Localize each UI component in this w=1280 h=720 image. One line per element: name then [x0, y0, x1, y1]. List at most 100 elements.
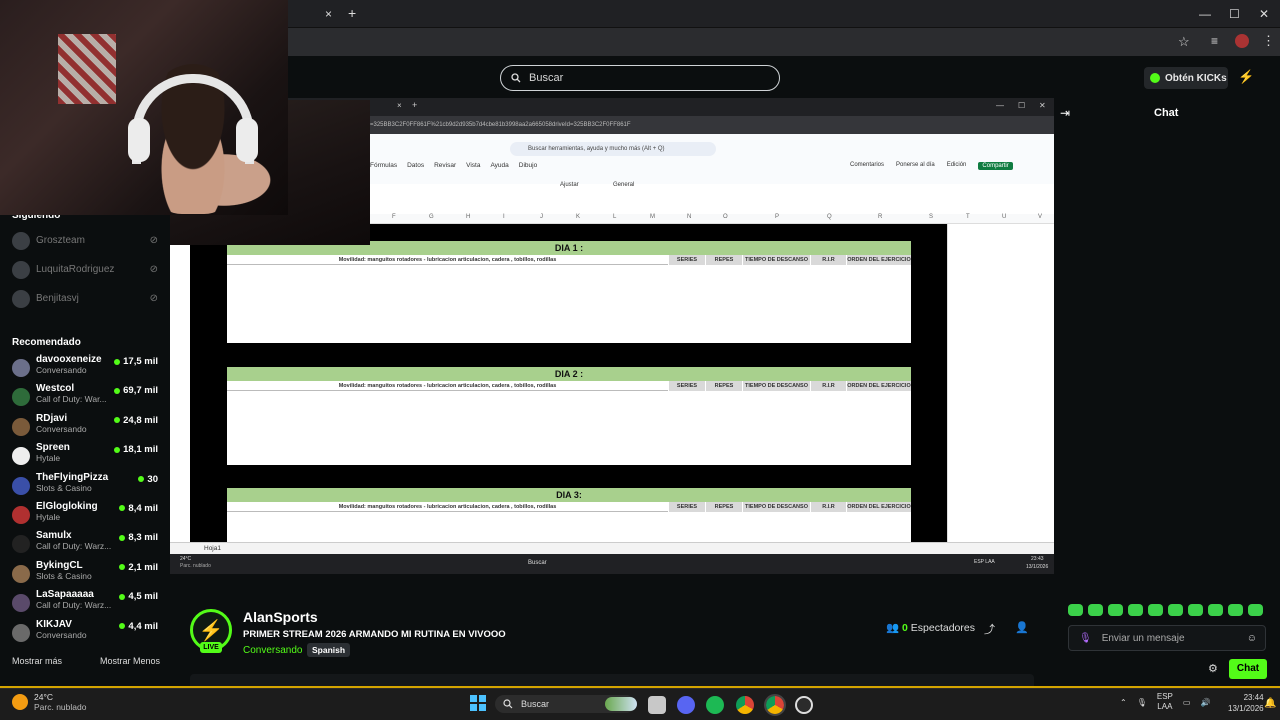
avatar: [12, 260, 30, 279]
microphone-icon[interactable]: 🎙: [1079, 633, 1092, 644]
share-icon[interactable]: ⤴: [984, 621, 995, 637]
channel-category: Call of Duty: Warz...: [36, 541, 112, 552]
header-orden: ORDEN DEL EJERCICIO: [846, 502, 911, 512]
collapse-chat-icon[interactable]: ⇥: [1060, 106, 1070, 120]
show-less-link[interactable]: Mostrar Menos: [100, 656, 160, 666]
emote-icon[interactable]: [1088, 604, 1103, 616]
reading-list-icon[interactable]: ≡: [1211, 34, 1218, 48]
language-tag[interactable]: Spanish: [307, 643, 351, 657]
taskbar-weather[interactable]: 24°C Parc. nublado: [12, 692, 86, 712]
inner-tab-close-icon: ×: [397, 101, 402, 110]
get-kicks-button[interactable]: Obtén KICKs: [1144, 67, 1228, 89]
emoji-icon[interactable]: ☺: [1247, 633, 1257, 644]
emote-icon[interactable]: [1228, 604, 1243, 616]
recommended-item[interactable]: KIKJAV Conversando 4,4 mil: [0, 619, 170, 648]
col-v: V: [1038, 214, 1043, 220]
microphone-tray-icon[interactable]: 🎙: [1137, 698, 1147, 707]
taskbar-clock[interactable]: 23:44 13/1/2026: [1228, 692, 1264, 714]
emote-icon[interactable]: [1208, 604, 1223, 616]
language-code[interactable]: ESP: [1157, 692, 1173, 702]
chat-settings-gear-icon[interactable]: ⚙: [1208, 662, 1218, 675]
minimize-icon[interactable]: —: [1199, 7, 1211, 21]
network-icon[interactable]: ▭: [1183, 698, 1191, 707]
col-l: L: [613, 214, 617, 220]
emote-icon[interactable]: [1128, 604, 1143, 616]
inner-weather-desc: Parc. nublado: [180, 563, 211, 569]
channel-category: Conversando: [36, 423, 87, 434]
avatar: [12, 564, 30, 583]
streamer-name[interactable]: AlanSports: [243, 609, 318, 625]
following-item[interactable]: Groszteam ⊘: [0, 226, 170, 255]
emote-icon[interactable]: [1168, 604, 1183, 616]
spotify-icon[interactable]: [706, 696, 724, 714]
day-title: DIA 2 :: [227, 367, 911, 381]
recommended-item[interactable]: TheFlyingPizza Slots & Casino 30: [0, 472, 170, 501]
emote-icon[interactable]: [1068, 604, 1083, 616]
chrome-active-icon[interactable]: [764, 694, 786, 716]
language-layout[interactable]: LAA: [1157, 702, 1173, 712]
new-tab-icon[interactable]: +: [348, 5, 356, 21]
bookmark-star-icon[interactable]: ☆: [1178, 34, 1190, 50]
clock-date: 13/1/2026: [1228, 704, 1264, 713]
recommended-item[interactable]: LaSapaaaaa Call of Duty: Warz... 4,5 mil: [0, 589, 170, 618]
recommended-item[interactable]: ElGlogloking Hytale 8,4 mil: [0, 501, 170, 530]
recommended-item[interactable]: Spreen Hytale 18,1 mil: [0, 442, 170, 471]
stream-category[interactable]: Conversando: [243, 645, 302, 656]
volume-icon[interactable]: 🔊: [1200, 698, 1210, 707]
chat-message-input[interactable]: 🎙 Enviar un mensaje ☺: [1068, 625, 1266, 651]
recommended-item[interactable]: Westcol Call of Duty: War... 69,7 mil: [0, 383, 170, 412]
avatar: [12, 476, 30, 495]
emote-icon[interactable]: [1108, 604, 1123, 616]
avatar: [12, 535, 30, 554]
kick-header: [288, 56, 1280, 100]
clock-time: 23:44: [1243, 693, 1264, 702]
send-chat-button[interactable]: Chat: [1229, 659, 1267, 679]
obs-icon[interactable]: [795, 696, 813, 714]
discord-icon[interactable]: [677, 696, 695, 714]
inner-minimize-icon: —: [996, 101, 1004, 110]
follow-user-icon[interactable]: 👤: [1015, 621, 1029, 634]
avatar: [12, 447, 30, 466]
show-more-link[interactable]: Mostrar más: [12, 656, 62, 666]
inner-url: =325BB3C2F0FF861F%21cb9d2d935b7d4cbe81b3…: [370, 116, 1054, 134]
recommended-item[interactable]: BykingCL Slots & Casino 2,1 mil: [0, 560, 170, 589]
following-item[interactable]: LuquitaRodriguez ⊘: [0, 255, 170, 284]
live-badge: LIVE: [200, 642, 222, 653]
catch-up-label: Ponerse al día: [896, 162, 935, 168]
following-item[interactable]: Benjitasvj ⊘: [0, 284, 170, 313]
col-q: Q: [827, 214, 832, 220]
search-input[interactable]: Buscar: [500, 65, 780, 91]
edit-label: Edición: [946, 162, 967, 168]
profile-avatar[interactable]: [1235, 34, 1249, 48]
inner-maximize-icon: ☐: [1018, 101, 1026, 110]
windows-taskbar: [0, 688, 1280, 720]
notification-bell-icon[interactable]: 🔔: [1264, 698, 1276, 709]
weather-desc: Parc. nublado: [34, 702, 87, 712]
column-headers: F G H I J K L M N O P Q R S T U V: [370, 214, 1054, 224]
menu-revisar: Revisar: [434, 162, 457, 169]
header-rir: R.I.R: [810, 255, 846, 265]
sheet-tab-hoja1: Hoja1: [204, 545, 221, 552]
chat-panel: [1054, 100, 1280, 680]
windows-start-icon[interactable]: [470, 695, 486, 711]
get-kicks-label: Obtén KICKs: [1165, 72, 1227, 84]
close-window-icon[interactable]: ✕: [1259, 7, 1269, 21]
day-block-1: DIA 1 : Movilidad: manguitos rotadores -…: [227, 241, 911, 343]
day-block-2: DIA 2 : Movilidad: manguitos rotadores -…: [227, 367, 911, 465]
tray-chevron-icon[interactable]: ⌃: [1120, 698, 1127, 707]
emote-icon[interactable]: [1248, 604, 1263, 616]
recommended-item[interactable]: Samulx Call of Duty: Warz... 8,3 mil: [0, 530, 170, 559]
browser-menu-icon[interactable]: ⋮: [1262, 33, 1275, 49]
recommended-item[interactable]: RDjavi Conversando 24,8 mil: [0, 413, 170, 442]
task-view-icon[interactable]: [648, 696, 666, 714]
emote-icon[interactable]: [1148, 604, 1163, 616]
tab-close-icon[interactable]: ×: [325, 7, 332, 21]
sheet-empty-area: [947, 224, 1054, 544]
lightning-icon[interactable]: ⚡: [1238, 69, 1254, 85]
maximize-icon[interactable]: ☐: [1229, 7, 1240, 21]
col-o: O: [723, 214, 728, 220]
chrome-icon[interactable]: [736, 696, 754, 714]
recommended-item[interactable]: davooxeneize Conversando 17,5 mil: [0, 354, 170, 383]
emote-icon[interactable]: [1188, 604, 1203, 616]
following-name: LuquitaRodriguez: [36, 264, 115, 275]
